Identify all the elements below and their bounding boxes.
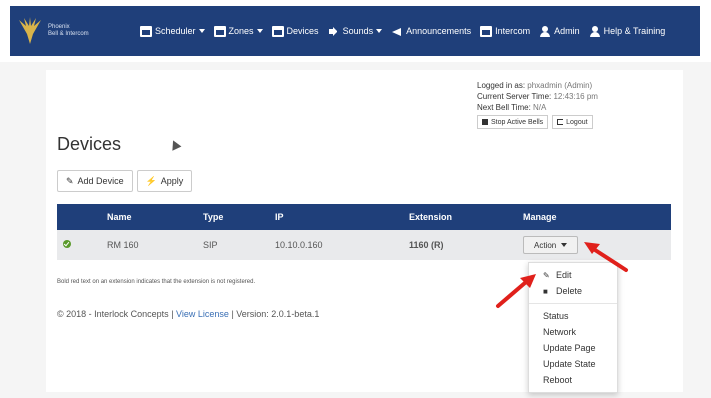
action-dropdown-menu: ✎ Edit ■ Delete Status Network Update Pa… <box>528 262 618 393</box>
devices-toolbar: ✎ Add Device ⚡ Apply <box>57 170 196 192</box>
stop-active-bells-button[interactable]: Stop Active Bells <box>477 115 549 129</box>
add-device-button[interactable]: ✎ Add Device <box>57 170 133 192</box>
action-dropdown-button[interactable]: Action <box>523 236 579 254</box>
trash-icon: ■ <box>543 286 548 296</box>
table-row: RM 160 SIP 10.10.0.160 1160 (R) Action <box>57 230 671 260</box>
col-header-ip[interactable]: IP <box>269 204 403 230</box>
footer-version: | Version: 2.0.1-beta.1 <box>231 309 320 319</box>
intercom-icon <box>480 25 493 37</box>
nav-admin[interactable]: Admin <box>539 25 580 37</box>
devices-table: Name Type IP Extension Manage RM 160 SIP… <box>57 204 671 260</box>
menu-item-reboot[interactable]: Reboot <box>529 372 617 388</box>
apply-button[interactable]: ⚡ Apply <box>136 170 193 192</box>
col-header-extension[interactable]: Extension <box>403 204 517 230</box>
admin-icon <box>539 25 551 37</box>
menu-divider <box>529 303 617 304</box>
megaphone-icon <box>391 26 403 37</box>
nav-zones[interactable]: Zones <box>213 25 263 37</box>
server-time-label: Current Server Time: <box>477 92 552 101</box>
zones-icon <box>213 25 226 37</box>
device-extension: 1160 (R) <box>409 240 444 250</box>
caret-down-icon <box>256 29 263 33</box>
annotation-arrow-action <box>584 242 628 272</box>
table-header-row: Name Type IP Extension Manage <box>57 204 671 230</box>
speaker-icon <box>328 26 340 37</box>
next-bell-label: Next Bell Time: <box>477 103 531 112</box>
logout-icon <box>557 119 564 125</box>
menu-item-update-state[interactable]: Update State <box>529 356 617 372</box>
logged-in-value: phxadmin (Admin) <box>527 81 593 90</box>
page-title: Devices <box>57 134 122 154</box>
stop-icon <box>482 119 488 125</box>
edit-square-icon: ✎ <box>66 175 74 186</box>
mouse-cursor-icon <box>168 138 182 151</box>
nav-menu: Scheduler Zones Devices Sounds Announcem… <box>140 25 674 37</box>
top-navbar: Phoenix Bell & Intercom Scheduler Zones … <box>0 0 711 62</box>
device-ip-link[interactable]: 10.10.0.160 <box>269 230 403 260</box>
col-header-type[interactable]: Type <box>197 204 269 230</box>
brand[interactable]: Phoenix Bell & Intercom <box>16 16 134 46</box>
magic-wand-icon: ⚡ <box>145 175 157 186</box>
server-time-value: 12:43:16 pm <box>553 92 598 101</box>
phoenix-logo-icon <box>19 17 41 44</box>
view-license-link[interactable]: View License <box>176 309 229 319</box>
brand-subtitle: Bell & Intercom <box>48 31 89 37</box>
calendar-icon <box>140 25 152 37</box>
nav-help-training[interactable]: Help & Training <box>589 25 665 37</box>
registration-note: Bold red text on an extension indicates … <box>57 279 256 285</box>
nav-announcements[interactable]: Announcements <box>391 26 471 37</box>
footer-copyright: © 2018 - Interlock Concepts | <box>57 309 174 319</box>
registered-check-icon <box>63 240 71 248</box>
nav-scheduler[interactable]: Scheduler <box>140 25 205 37</box>
col-header-name[interactable]: Name <box>101 204 197 230</box>
caret-down-icon <box>376 29 383 33</box>
footer: © 2018 - Interlock Concepts | View Licen… <box>57 309 319 319</box>
help-icon <box>589 25 601 37</box>
nav-sounds[interactable]: Sounds <box>328 26 383 37</box>
caret-down-icon <box>561 243 568 247</box>
logout-button[interactable]: Logout <box>552 115 593 129</box>
annotation-arrow-edit <box>496 274 536 308</box>
nav-intercom[interactable]: Intercom <box>480 25 530 37</box>
menu-item-update-page[interactable]: Update Page <box>529 340 617 356</box>
next-bell-value: N/A <box>533 103 547 112</box>
menu-item-status[interactable]: Status <box>529 308 617 324</box>
nav-devices[interactable]: Devices <box>271 25 319 37</box>
navbar-bar: Phoenix Bell & Intercom Scheduler Zones … <box>10 6 700 56</box>
device-name: RM 160 <box>107 240 139 250</box>
col-header-manage: Manage <box>523 212 557 222</box>
devices-icon <box>271 25 284 37</box>
logged-in-label: Logged in as: <box>477 81 526 90</box>
pencil-icon: ✎ <box>543 270 550 280</box>
caret-down-icon <box>198 29 205 33</box>
session-status: Logged in as: phxadmin (Admin) Current S… <box>477 80 598 129</box>
brand-name: Phoenix <box>48 24 70 30</box>
device-type: SIP <box>203 240 218 250</box>
menu-item-network[interactable]: Network <box>529 324 617 340</box>
menu-item-delete[interactable]: ■ Delete <box>529 283 617 299</box>
